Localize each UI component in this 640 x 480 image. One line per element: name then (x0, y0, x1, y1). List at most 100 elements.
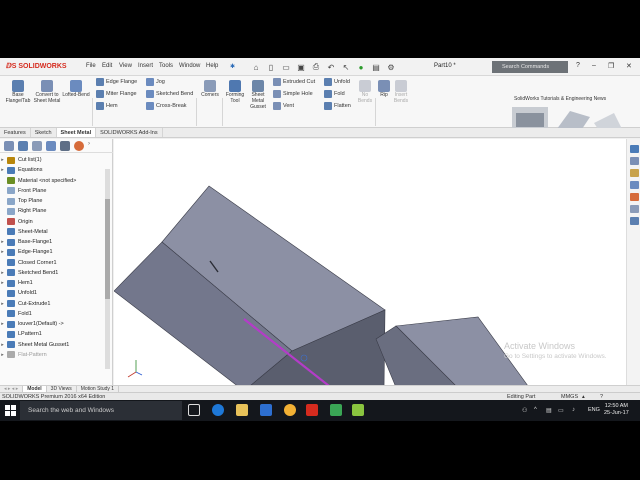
new-document-icon[interactable]: ▯ (265, 61, 277, 73)
dimxpert-icon[interactable] (60, 141, 70, 151)
tree-item[interactable]: ▸ Cut list(1) (0, 155, 106, 165)
tree-item[interactable]: Fold1 (0, 309, 106, 319)
no-bends-button[interactable]: No Bends (356, 80, 374, 105)
tree-item[interactable]: ▸ Cut-Extrude1 (0, 299, 106, 309)
tree-item[interactable]: Material <not specified> (0, 176, 106, 186)
jog-button[interactable]: Jog (146, 78, 165, 86)
convert-sheet-metal-button[interactable]: Convert to Sheet Metal (33, 80, 61, 105)
menu-edit[interactable]: Edit (102, 63, 112, 69)
lofted-bend-button[interactable]: Lofted-Bend (60, 80, 92, 99)
extruded-cut-button[interactable]: Extruded Cut (273, 78, 315, 86)
tree-item[interactable]: Front Plane (0, 186, 106, 196)
resources-icon[interactable] (630, 145, 639, 153)
show-hidden-icons[interactable]: ^ (534, 407, 537, 413)
edge-browser-icon[interactable] (212, 404, 224, 416)
edge-flange-button[interactable]: Edge Flange (96, 78, 137, 86)
tree-item[interactable]: ▸ Flat-Pattern (0, 350, 106, 360)
custom-properties-icon[interactable] (630, 205, 639, 213)
pin-icon[interactable]: ✱ (230, 63, 235, 70)
appearances-icon[interactable] (630, 193, 639, 201)
flatten-button[interactable]: Flatten (324, 102, 351, 110)
volume-icon[interactable]: ♪ (572, 407, 575, 413)
fold-button[interactable]: Fold (324, 90, 345, 98)
camtasia-icon[interactable] (330, 404, 342, 416)
tree-item[interactable]: ▸ Sketched Bend1 (0, 268, 106, 278)
tree-item[interactable]: ▸ Equations (0, 165, 106, 175)
expand-arrow-icon[interactable]: ▸ (0, 249, 5, 255)
filter-icon[interactable] (4, 141, 14, 151)
design-library-icon[interactable] (630, 157, 639, 165)
simple-hole-button[interactable]: Simple Hole (273, 90, 313, 98)
taskbar-search-box[interactable]: Search the web and Windows (20, 401, 182, 420)
print-icon[interactable]: ⎙ (310, 61, 322, 73)
search-commands-input[interactable]: Search Commands (492, 61, 568, 73)
tree-item[interactable]: ▸ Sheet Metal Gusset1 (0, 340, 106, 350)
help-icon[interactable]: ? (576, 62, 580, 69)
sketched-bend-button[interactable]: Sketched Bend (146, 90, 193, 98)
tree-item[interactable]: Closed Corner1 (0, 258, 106, 268)
expand-arrow-icon[interactable]: ▸ (0, 270, 5, 276)
menu-tools[interactable]: Tools (159, 63, 173, 69)
tree-item[interactable]: Origin (0, 217, 106, 227)
view-palette-icon[interactable] (630, 181, 639, 189)
unfold-button[interactable]: Unfold (324, 78, 350, 86)
appearance-icon[interactable] (74, 141, 84, 151)
hem-button[interactable]: Hem (96, 102, 118, 110)
miter-flange-button[interactable]: Miter Flange (96, 90, 137, 98)
windows-start-icon[interactable] (5, 405, 16, 416)
sheet-metal-gusset-button[interactable]: Sheet Metal Gusset (247, 80, 269, 110)
expand-arrow-icon[interactable]: ▸ (0, 157, 5, 163)
tab-solidworks-addins[interactable]: SOLIDWORKS Add-Ins (96, 128, 163, 137)
minimize-icon[interactable]: – (592, 62, 596, 69)
undo-icon[interactable]: ↶ (325, 61, 337, 73)
tree-item[interactable]: Top Plane (0, 196, 106, 206)
expand-arrow-icon[interactable]: ▸ (0, 167, 5, 173)
tab-sketch[interactable]: Sketch (31, 128, 57, 137)
tab-sheet-metal[interactable]: Sheet Metal (56, 128, 97, 137)
expand-arrow-icon[interactable]: ▸ (0, 301, 5, 307)
tree-item[interactable]: LPattern1 (0, 329, 106, 339)
forming-tool-button[interactable]: Forming Tool (224, 80, 246, 105)
expand-arrow-icon[interactable]: ▸ (0, 280, 5, 286)
home-icon[interactable]: ⌂ (250, 61, 262, 73)
rebuild-icon[interactable]: ● (355, 61, 367, 73)
tree-item[interactable]: ▸ Hem1 (0, 278, 106, 288)
menu-help[interactable]: Help (206, 63, 218, 69)
tree-item[interactable]: ▸ louver1(Default) -> (0, 319, 106, 329)
restore-icon[interactable]: ❐ (608, 62, 614, 70)
expand-arrow-icon[interactable]: ▸ (0, 239, 5, 245)
menu-window[interactable]: Window (179, 63, 200, 69)
base-flange-button[interactable]: Base Flange/Tab (4, 80, 32, 105)
solidworks-forum-icon[interactable] (630, 217, 639, 225)
select-icon[interactable]: ↖ (340, 61, 352, 73)
menu-view[interactable]: View (119, 63, 132, 69)
file-explorer-taskbar-icon[interactable] (236, 404, 248, 416)
chrome-icon[interactable] (284, 404, 296, 416)
close-icon[interactable]: ✕ (626, 62, 632, 70)
corners-button[interactable]: Corners (199, 80, 221, 99)
cross-break-button[interactable]: Cross-Break (146, 102, 187, 110)
task-view-icon[interactable] (188, 404, 200, 416)
rip-button[interactable]: Rip (377, 80, 391, 99)
expand-arrow-icon[interactable]: ▸ (0, 321, 5, 327)
vent-button[interactable]: Vent (273, 102, 294, 110)
tree-item[interactable]: ▸ Edge-Flange1 (0, 247, 106, 257)
file-properties-icon[interactable]: ▤ (370, 61, 382, 73)
solidworks-taskbar-icon[interactable] (306, 404, 318, 416)
menu-insert[interactable]: Insert (138, 63, 153, 69)
open-folder-icon[interactable]: ▭ (280, 61, 292, 73)
feature-tree-icon[interactable] (18, 141, 28, 151)
input-language[interactable]: ENG (588, 407, 600, 413)
clock[interactable]: 12:50 AM 25-Jun-17 (604, 403, 629, 417)
save-icon[interactable]: ▣ (295, 61, 307, 73)
expand-arrow-icon[interactable]: ▸ (0, 342, 5, 348)
battery-icon[interactable]: ▭ (558, 407, 564, 414)
expand-arrow-icon[interactable]: › (88, 141, 90, 150)
tree-item[interactable]: Sheet-Metal (0, 227, 106, 237)
tree-item[interactable]: ▸ Base-Flange1 (0, 237, 106, 247)
triad-icon[interactable] (127, 360, 143, 378)
expand-arrow-icon[interactable]: ▸ (0, 352, 5, 358)
store-icon[interactable] (260, 404, 272, 416)
tree-item[interactable]: Unfold1 (0, 288, 106, 298)
configuration-icon[interactable] (46, 141, 56, 151)
